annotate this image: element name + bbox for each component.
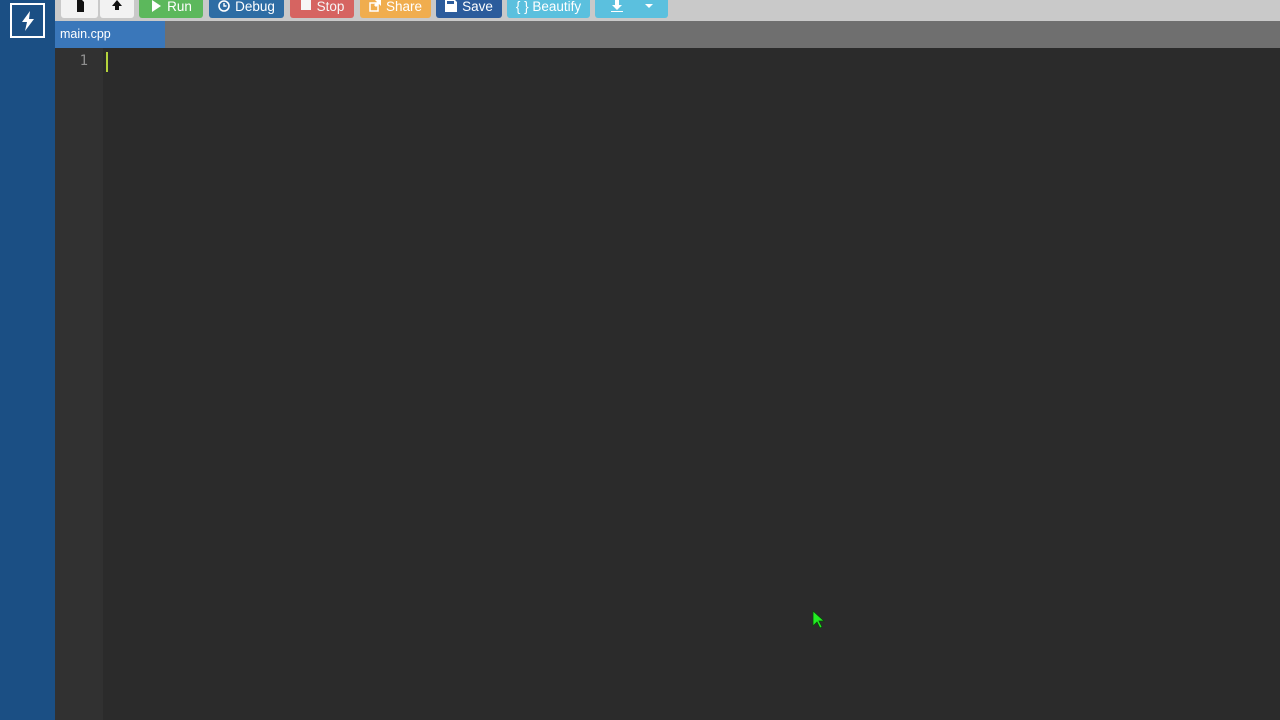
upload-icon [112,0,122,10]
text-caret [106,52,108,72]
toolbar: Run Debug Stop Share Save { } Beautify [55,0,1280,21]
play-icon [152,0,162,12]
clock-icon [218,0,230,12]
tab-main-cpp[interactable]: main.cpp [55,21,165,48]
new-file-button[interactable] [61,0,98,18]
download-icon [610,0,623,12]
debug-label: Debug [235,0,275,14]
save-label: Save [462,0,493,14]
mouse-pointer-icon [812,610,826,629]
run-button[interactable]: Run [139,0,203,18]
share-label: Share [385,0,423,14]
line-number: 1 [79,53,88,69]
share-icon [369,0,381,12]
save-button[interactable]: Save [436,0,502,18]
tab-bar: main.cpp [55,21,1280,48]
caret-down-icon[interactable] [644,0,653,10]
code-editor[interactable] [103,48,1280,720]
floppy-icon [445,0,458,12]
tab-label: main.cpp [60,27,111,41]
file-icon [76,0,84,12]
line-number-gutter: 1 [55,48,103,720]
stop-icon [300,0,311,10]
left-sidebar [0,0,55,720]
share-button[interactable]: Share [360,0,431,18]
stop-button[interactable]: Stop [290,0,354,18]
logo[interactable] [10,3,45,38]
debug-button[interactable]: Debug [209,0,284,18]
upload-button[interactable] [100,0,134,18]
download-button[interactable] [595,0,668,18]
run-label: Run [167,0,192,14]
beautify-button[interactable]: { } Beautify [507,0,590,18]
bolt-icon [21,10,34,31]
beautify-label: { } Beautify [515,0,582,14]
stop-label: Stop [316,0,345,14]
